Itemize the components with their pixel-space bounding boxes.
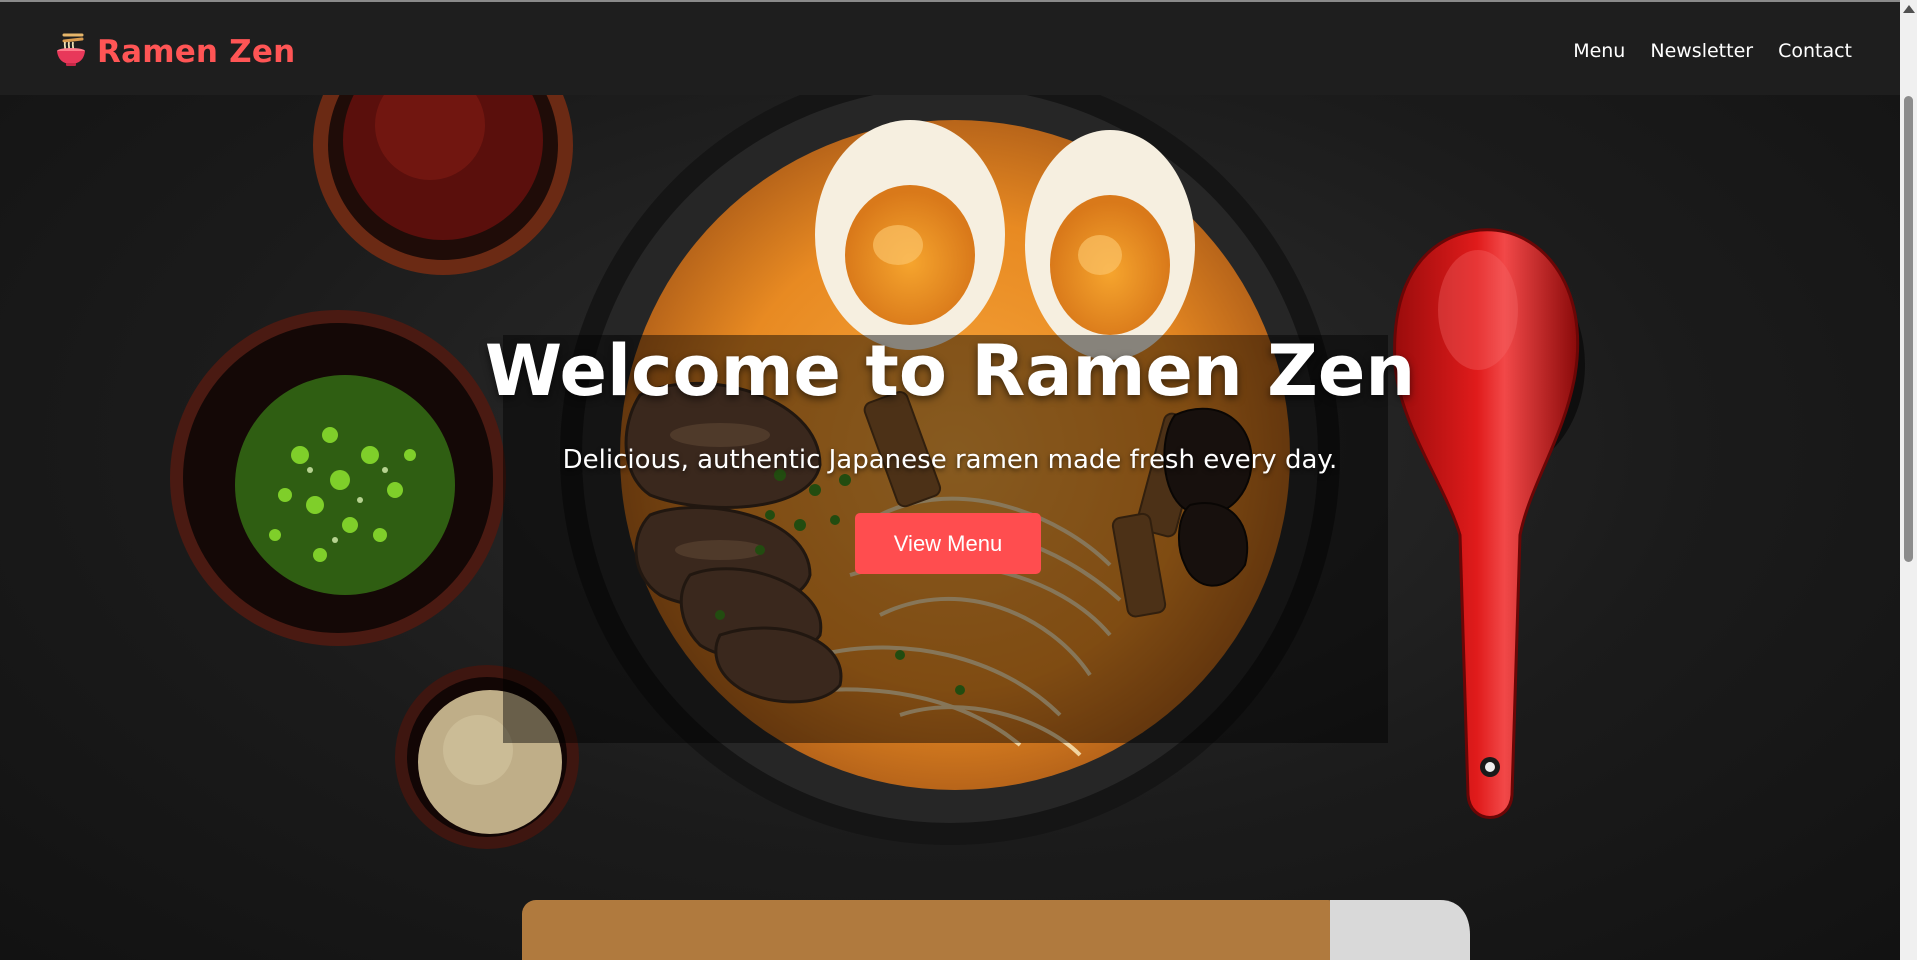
view-menu-button[interactable]: View Menu bbox=[855, 513, 1041, 574]
brand-link[interactable]: Ramen Zen bbox=[55, 33, 295, 71]
scroll-up-icon[interactable] bbox=[1903, 5, 1915, 13]
nav-link-newsletter[interactable]: Newsletter bbox=[1650, 40, 1753, 62]
ramen-bowl-icon bbox=[55, 33, 87, 71]
brand-title: Ramen Zen bbox=[97, 34, 296, 70]
hero-title: Welcome to Ramen Zen bbox=[484, 330, 1416, 412]
scroll-thumb[interactable] bbox=[1904, 96, 1913, 562]
nav-link-contact[interactable]: Contact bbox=[1778, 40, 1852, 62]
hero-subtitle: Delicious, authentic Japanese ramen made… bbox=[562, 445, 1338, 475]
main-nav: Menu Newsletter Contact bbox=[1573, 40, 1852, 62]
page-scrollbar[interactable] bbox=[1900, 0, 1917, 960]
nav-link-menu[interactable]: Menu bbox=[1573, 40, 1625, 62]
site-header: Ramen Zen Menu Newsletter Contact bbox=[0, 0, 1900, 95]
